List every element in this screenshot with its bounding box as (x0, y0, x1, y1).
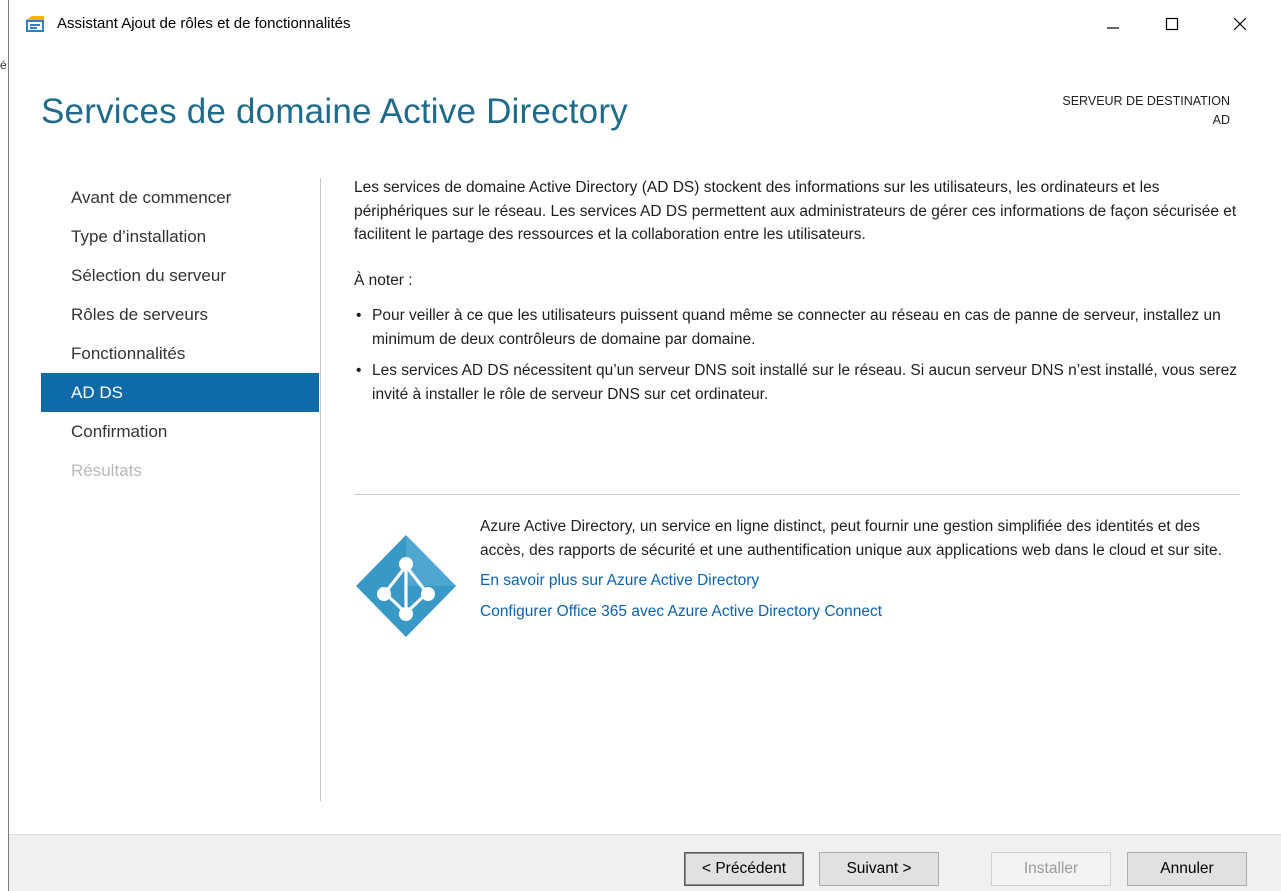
wizard-steps-nav: Avant de commencer Type d’installation S… (41, 178, 319, 490)
nav-item-ad-ds[interactable]: AD DS (41, 373, 319, 412)
azure-description: Azure Active Directory, un service en li… (480, 518, 1222, 559)
note-list: • Pour veiller à ce que les utilisateurs… (354, 304, 1244, 406)
minimize-button[interactable] (1090, 0, 1136, 48)
close-button[interactable] (1217, 0, 1263, 48)
list-item: • Les services AD DS nécessitent qu’un s… (354, 359, 1244, 406)
note-text: Les services AD DS nécessitent qu’un ser… (372, 362, 1237, 403)
next-button[interactable]: Suivant > (819, 852, 939, 886)
main-content: Les services de domaine Active Directory… (354, 176, 1244, 414)
azure-info: Azure Active Directory, un service en li… (480, 515, 1240, 623)
nav-item-confirmation[interactable]: Confirmation (41, 412, 319, 451)
close-icon (1233, 17, 1247, 31)
install-button: Installer (991, 852, 1111, 886)
desktop-stray-char: é (0, 58, 7, 72)
learn-azure-ad-link[interactable]: En savoir plus sur Azure Active Director… (480, 569, 1240, 593)
nav-item-server-roles[interactable]: Rôles de serveurs (41, 295, 319, 334)
destination-server-name: AD (1212, 113, 1230, 127)
window-title: Assistant Ajout de rôles et de fonctionn… (57, 15, 351, 32)
nav-item-features[interactable]: Fonctionnalités (41, 334, 319, 373)
destination-server-label: SERVEUR DE DESTINATION (1062, 94, 1230, 108)
title-bar[interactable]: Assistant Ajout de rôles et de fonctionn… (9, 0, 1281, 48)
maximize-icon (1165, 17, 1179, 31)
destination-server: SERVEUR DE DESTINATION AD (1062, 92, 1230, 130)
bullet-glyph: • (356, 307, 362, 324)
note-heading: À noter : (354, 271, 413, 289)
nav-item-before-you-begin[interactable]: Avant de commencer (41, 178, 319, 217)
nav-item-results: Résultats (71, 461, 142, 480)
maximize-button[interactable] (1149, 0, 1195, 48)
bullet-glyph: • (356, 362, 362, 379)
nav-item-server-selection[interactable]: Sélection du serveur (41, 256, 319, 295)
page-title: Services de domaine Active Directory (41, 92, 628, 131)
wizard-footer: < Précédent Suivant > Installer Annuler (9, 834, 1281, 891)
note-text: Pour veiller à ce que les utilisateurs p… (372, 307, 1221, 348)
azure-promo: Azure Active Directory, un service en li… (354, 515, 1240, 655)
nav-item-installation-type[interactable]: Type d’installation (41, 217, 319, 256)
background-desktop: é (0, 0, 8, 891)
wizard-window: Assistant Ajout de rôles et de fonctionn… (8, 0, 1281, 891)
nav-divider (320, 178, 321, 801)
previous-button[interactable]: < Précédent (684, 852, 804, 886)
server-manager-icon (26, 16, 44, 32)
configure-office365-link[interactable]: Configurer Office 365 avec Azure Active … (480, 600, 1240, 624)
list-item: • Pour veiller à ce que les utilisateurs… (354, 304, 1244, 351)
intro-text: Les services de domaine Active Directory… (354, 179, 1237, 243)
azure-active-directory-icon (354, 533, 458, 639)
content-divider (354, 494, 1240, 495)
cancel-button[interactable]: Annuler (1127, 852, 1247, 886)
minimize-icon (1107, 27, 1119, 29)
